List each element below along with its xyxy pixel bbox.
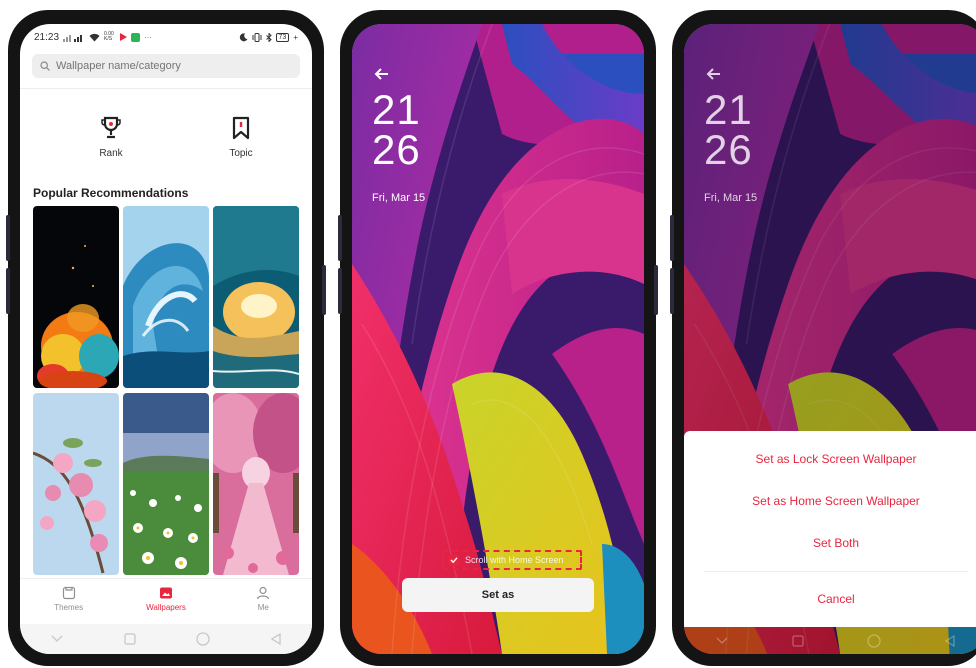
nav-collapse-button[interactable] (42, 629, 72, 649)
status-time: 21:23 (34, 31, 60, 43)
charging-icon: + (293, 32, 298, 42)
checkmark-icon (450, 557, 458, 564)
set-lock-screen-option[interactable]: Set as Lock Screen Wallpaper (684, 439, 976, 479)
set-wallpaper-action-sheet: Set as Lock Screen Wallpaper Set as Home… (684, 431, 976, 627)
moon-icon (239, 32, 248, 41)
screen: 21 26 Fri, Mar 15 Scroll with Home Scree… (352, 24, 644, 654)
search-icon (40, 61, 50, 71)
search-bar[interactable] (32, 54, 300, 78)
square-icon (792, 635, 804, 647)
wallpaper-thumbnail[interactable] (123, 206, 209, 388)
set-both-option[interactable]: Set Both (684, 523, 976, 563)
nav-recents-button[interactable] (783, 631, 813, 651)
signal-icon (63, 34, 83, 42)
nav-home-button[interactable] (859, 631, 889, 651)
divider (20, 88, 312, 89)
lock-clock: 21 26 (372, 86, 421, 173)
lock-clock: 21 26 (704, 86, 753, 173)
status-bar: 21:23 0.00 K/S ··· 73 + (20, 24, 312, 50)
battery-level: 73 (278, 33, 287, 41)
category-label: Rank (99, 148, 123, 159)
bottom-tab-bar: Themes Wallpapers Me (20, 578, 312, 618)
lock-date: Fri, Mar 15 (372, 192, 426, 204)
network-speed: 0.00 K/S (104, 31, 114, 42)
clock-minute: 26 (704, 126, 753, 173)
category-topic[interactable]: Topic (201, 116, 281, 159)
category-rank[interactable]: Rank (71, 116, 151, 159)
wallpaper-thumbnail[interactable] (123, 393, 209, 575)
category-label: Topic (229, 148, 253, 159)
wallpapers-icon (159, 587, 172, 598)
bluetooth-icon (265, 32, 272, 42)
back-arrow-icon[interactable] (370, 62, 394, 86)
phone-set-wallpaper-sheet: 21 26 Fri, Mar 15 Set as Lock Screen Wal… (670, 10, 976, 666)
app-notification-icon (131, 32, 141, 42)
screen: 21 26 Fri, Mar 15 Set as Lock Screen Wal… (684, 24, 976, 654)
back-arrow-icon[interactable] (702, 62, 726, 86)
phone-wallpaper-browser: 21:23 0.00 K/S ··· 73 + Rank (6, 10, 326, 666)
wallpaper-thumbnail[interactable] (33, 206, 119, 388)
tab-wallpapers[interactable]: Wallpapers (131, 586, 201, 612)
battery-icon: 73 (275, 32, 290, 42)
tab-me[interactable]: Me (228, 586, 298, 612)
nav-back-button[interactable] (935, 631, 965, 651)
volume-button (338, 215, 342, 261)
wallpaper-thumbnail[interactable] (213, 206, 299, 388)
vibrate-icon (252, 32, 262, 42)
nav-home-button[interactable] (188, 629, 218, 649)
nav-recents-button[interactable] (115, 629, 145, 649)
cancel-button[interactable]: Cancel (684, 579, 976, 619)
system-nav-bar (20, 624, 312, 654)
set-home-screen-option[interactable]: Set as Home Screen Wallpaper (684, 481, 976, 521)
volume-button (338, 268, 342, 314)
wallpaper-thumbnail[interactable] (213, 393, 299, 575)
tab-label: Me (257, 602, 269, 612)
volume-button (670, 268, 674, 314)
wifi-icon (89, 33, 100, 41)
volume-button (6, 215, 10, 261)
chevron-down-icon (51, 635, 62, 642)
wallpaper-grid (33, 206, 300, 575)
bookmark-icon (232, 116, 250, 140)
nav-back-button[interactable] (261, 629, 291, 649)
chevron-down-icon (716, 637, 728, 644)
play-icon (120, 33, 128, 41)
clock-hour: 21 (704, 86, 753, 133)
themes-icon (62, 586, 75, 599)
screen: 21:23 0.00 K/S ··· 73 + Rank (20, 24, 312, 654)
phone-wallpaper-preview: 21 26 Fri, Mar 15 Scroll with Home Scree… (338, 10, 658, 666)
tab-themes[interactable]: Themes (34, 586, 104, 612)
clock-hour: 21 (372, 86, 421, 133)
user-icon (257, 586, 270, 599)
trophy-icon (101, 116, 121, 139)
power-button (654, 265, 658, 315)
triangle-back-icon (270, 633, 281, 645)
set-as-button[interactable]: Set as (402, 578, 594, 612)
search-input[interactable] (56, 60, 292, 72)
scroll-label: Scroll with Home Screen (465, 555, 564, 565)
divider (704, 571, 968, 572)
circle-icon (195, 632, 210, 646)
volume-button (670, 215, 674, 261)
power-button (322, 265, 326, 315)
lock-date: Fri, Mar 15 (704, 192, 758, 204)
tab-label: Themes (54, 602, 84, 612)
system-nav-bar (684, 628, 976, 654)
more-notifications-icon: ··· (144, 32, 153, 42)
triangle-back-icon (944, 635, 955, 647)
square-icon (123, 633, 136, 645)
volume-button (6, 268, 10, 314)
section-title: Popular Recommendations (33, 186, 189, 200)
wallpaper-thumbnail[interactable] (33, 393, 119, 575)
scroll-checkbox[interactable] (448, 554, 459, 566)
tab-label: Wallpapers (146, 602, 186, 612)
circle-icon (867, 634, 881, 648)
clock-minute: 26 (372, 126, 421, 173)
nav-collapse-button[interactable] (707, 631, 737, 651)
scroll-with-home-screen-option[interactable]: Scroll with Home Screen (442, 550, 582, 570)
